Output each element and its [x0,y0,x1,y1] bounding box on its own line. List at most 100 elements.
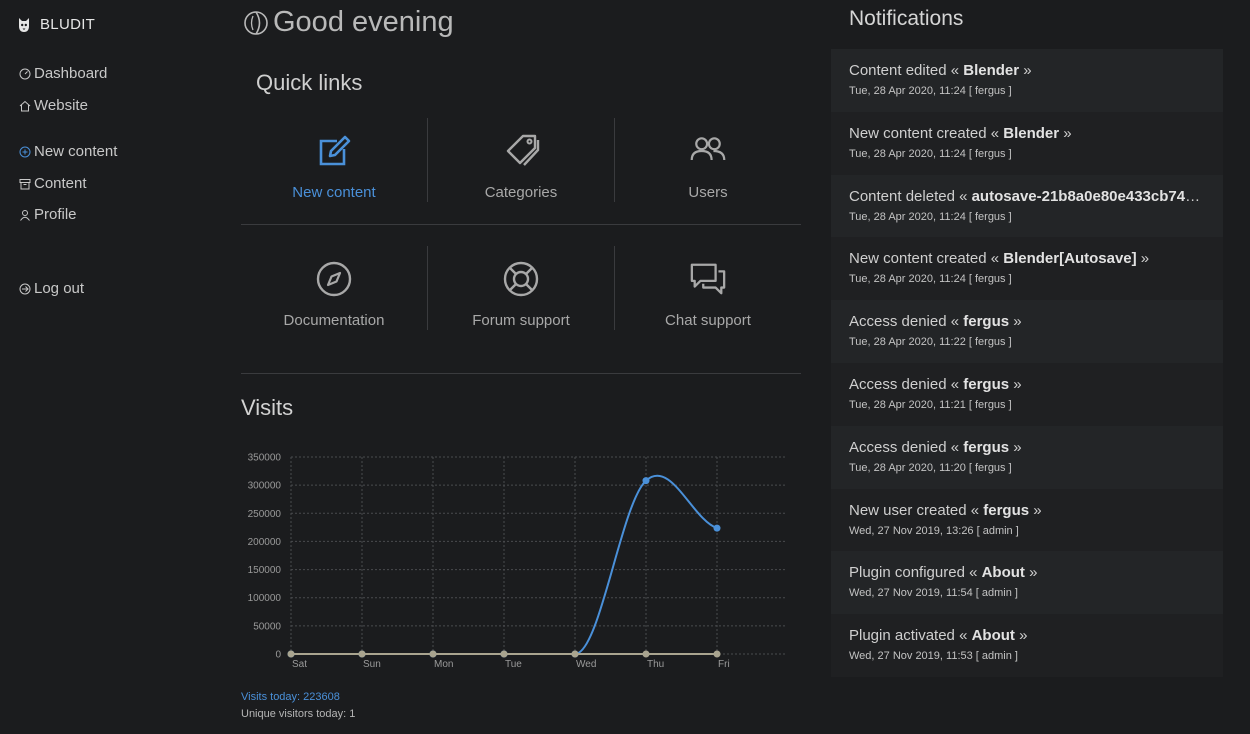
sidebar-item-label: Content [34,175,87,192]
notification-meta: Tue, 28 Apr 2020, 11:24 [ fergus ] [849,147,1012,160]
notification-suffix: » [1009,313,1022,331]
notification-prefix: Content edited « [849,62,964,79]
notification-text: Plugin configured « About » [849,564,1205,581]
y-tick-label: 250000 [248,509,282,520]
notification-meta: Wed, 27 Nov 2019, 11:54 [ admin ] [849,587,1018,600]
notification-suffix: » [1029,501,1042,519]
x-tick-label: Mon [434,659,453,670]
quick-link-label: Documentation [283,312,385,329]
quick-link-users[interactable]: Users [615,118,801,202]
home-icon [19,100,31,111]
tags-icon [506,134,540,166]
notification-text: Content edited « Blender » [849,62,1205,79]
brand-name: BLUDIT [40,16,96,33]
data-point [642,650,650,658]
quick-link-forum-support[interactable]: Forum support [428,246,614,330]
quick-link-chat-support[interactable]: Chat support [615,246,801,330]
sidebar-item-label: Profile [34,206,77,223]
quick-link-new-content[interactable]: New content [241,118,427,202]
notification-text: Access denied « fergus » [849,376,1205,393]
notification-suffix: » [1014,627,1028,645]
data-point [571,650,579,658]
quick-link-label: Forum support [472,312,570,329]
y-tick-label: 300000 [248,481,282,492]
sidebar-item-website[interactable]: Website [19,97,88,114]
notification-item: Plugin activated « About » Wed, 27 Nov 20… [831,614,1223,677]
quick-link-label: Users [688,184,728,201]
divider [241,373,801,374]
notification-prefix: Content deleted « [849,187,972,205]
notification-item: Content deleted « autosave-21b8a0e80e433… [831,174,1223,238]
notification-item: Access denied « fergus » Tue, 28 Apr 2020… [831,425,1223,489]
notification-meta: Wed, 27 Nov 2019, 11:53 [ admin ] [849,650,1018,663]
quick-link-label: Categories [484,184,558,201]
person-icon [20,209,30,221]
x-tick-label: Sun [363,659,381,670]
notification-suffix: » [1009,438,1022,456]
x-tick-label: Sat [292,659,307,670]
notifications-title: Notifications [849,7,964,30]
notification-suffix: » [1019,62,1032,79]
brand[interactable]: BLUDIT [18,16,95,33]
quick-link-label: Chat support [665,312,751,329]
sidebar-item-label: Website [34,97,88,114]
sidebar-item-logout[interactable]: Log out [19,280,84,297]
notification-item: Content edited « Blender » Tue, 28 Apr 20… [831,49,1223,112]
data-point [713,650,721,658]
notification-subject: fergus [983,501,1030,519]
data-point [713,524,721,532]
sidebar-item-new-content[interactable]: New content [19,143,117,160]
notification-subject: Blender[Autosave] [1003,250,1137,268]
notification-meta: Tue, 28 Apr 2020, 11:24 [ fergus ] [849,210,1012,223]
notification-suffix: » [1009,375,1022,393]
notification-item: Plugin configured « About » Wed, 27 Nov 2… [831,551,1223,615]
data-point [500,650,508,658]
visits-title: Visits [241,395,294,420]
notification-text: New content created « Blender[Autosave] … [849,250,1205,267]
quick-link-documentation[interactable]: Documentation [241,246,427,330]
notification-item: Access denied « fergus » Tue, 28 Apr 2020… [831,300,1223,363]
notification-subject: fergus [963,375,1010,393]
greeting: Good evening [243,6,454,39]
logout-icon [19,283,31,294]
sidebar: BLUDIT Dashboard Website New content Con… [0,0,200,734]
notification-text: New user created « fergus » [849,502,1205,519]
notification-subject: About [981,564,1025,582]
notification-meta: Wed, 27 Nov 2019, 13:26 [ admin ] [849,524,1019,537]
y-tick-label: 150000 [248,565,282,576]
sidebar-item-dashboard[interactable]: Dashboard [19,65,107,82]
notification-prefix: Plugin configured « [849,564,982,582]
notification-subject: fergus [963,313,1010,331]
sidebar-item-label: Dashboard [34,65,108,82]
notification-item: Access denied « fergus » Tue, 28 Apr 2020… [831,362,1223,426]
users-icon [690,137,726,161]
notification-meta: Tue, 28 Apr 2020, 11:22 [ fergus ] [849,336,1012,349]
notification-suffix: » [1059,124,1072,142]
notification-subject: Blender [963,62,1020,79]
notification-subject: Blender [1003,124,1060,142]
lifebuoy-icon [503,261,539,297]
notification-item: New content created « Blender[Autosave] … [831,237,1223,301]
y-tick-label: 200000 [248,537,282,548]
quick-link-categories[interactable]: Categories [428,118,614,202]
greeting-text: Good evening [273,6,454,38]
archive-icon [19,178,31,189]
notification-prefix: Access denied « [849,375,964,393]
sidebar-item-profile[interactable]: Profile [19,206,77,223]
sidebar-item-label: New content [34,143,118,160]
notification-item: New user created « fergus » Wed, 27 Nov 2… [831,488,1223,552]
visits-today: Visits today: 223608 [241,691,340,703]
moon-icon [244,10,268,35]
y-tick-label: 50000 [253,621,281,632]
notification-prefix: Access denied « [849,313,964,331]
sidebar-item-label: Log out [34,280,85,297]
notification-text: Access denied « fergus » [849,313,1205,330]
visits-chart: 350000 300000 250000 200000 150000 100000 5000… [248,453,785,670]
data-point [642,477,650,485]
sidebar-item-content[interactable]: Content [19,175,87,192]
unique-visitors: Unique visitors today: 1 [241,708,356,720]
plus-circle-icon [19,146,31,157]
notification-prefix: New user created « [849,501,984,519]
notification-text: Plugin activated « About » [849,627,1205,644]
notification-prefix: New content created « [849,250,1004,268]
